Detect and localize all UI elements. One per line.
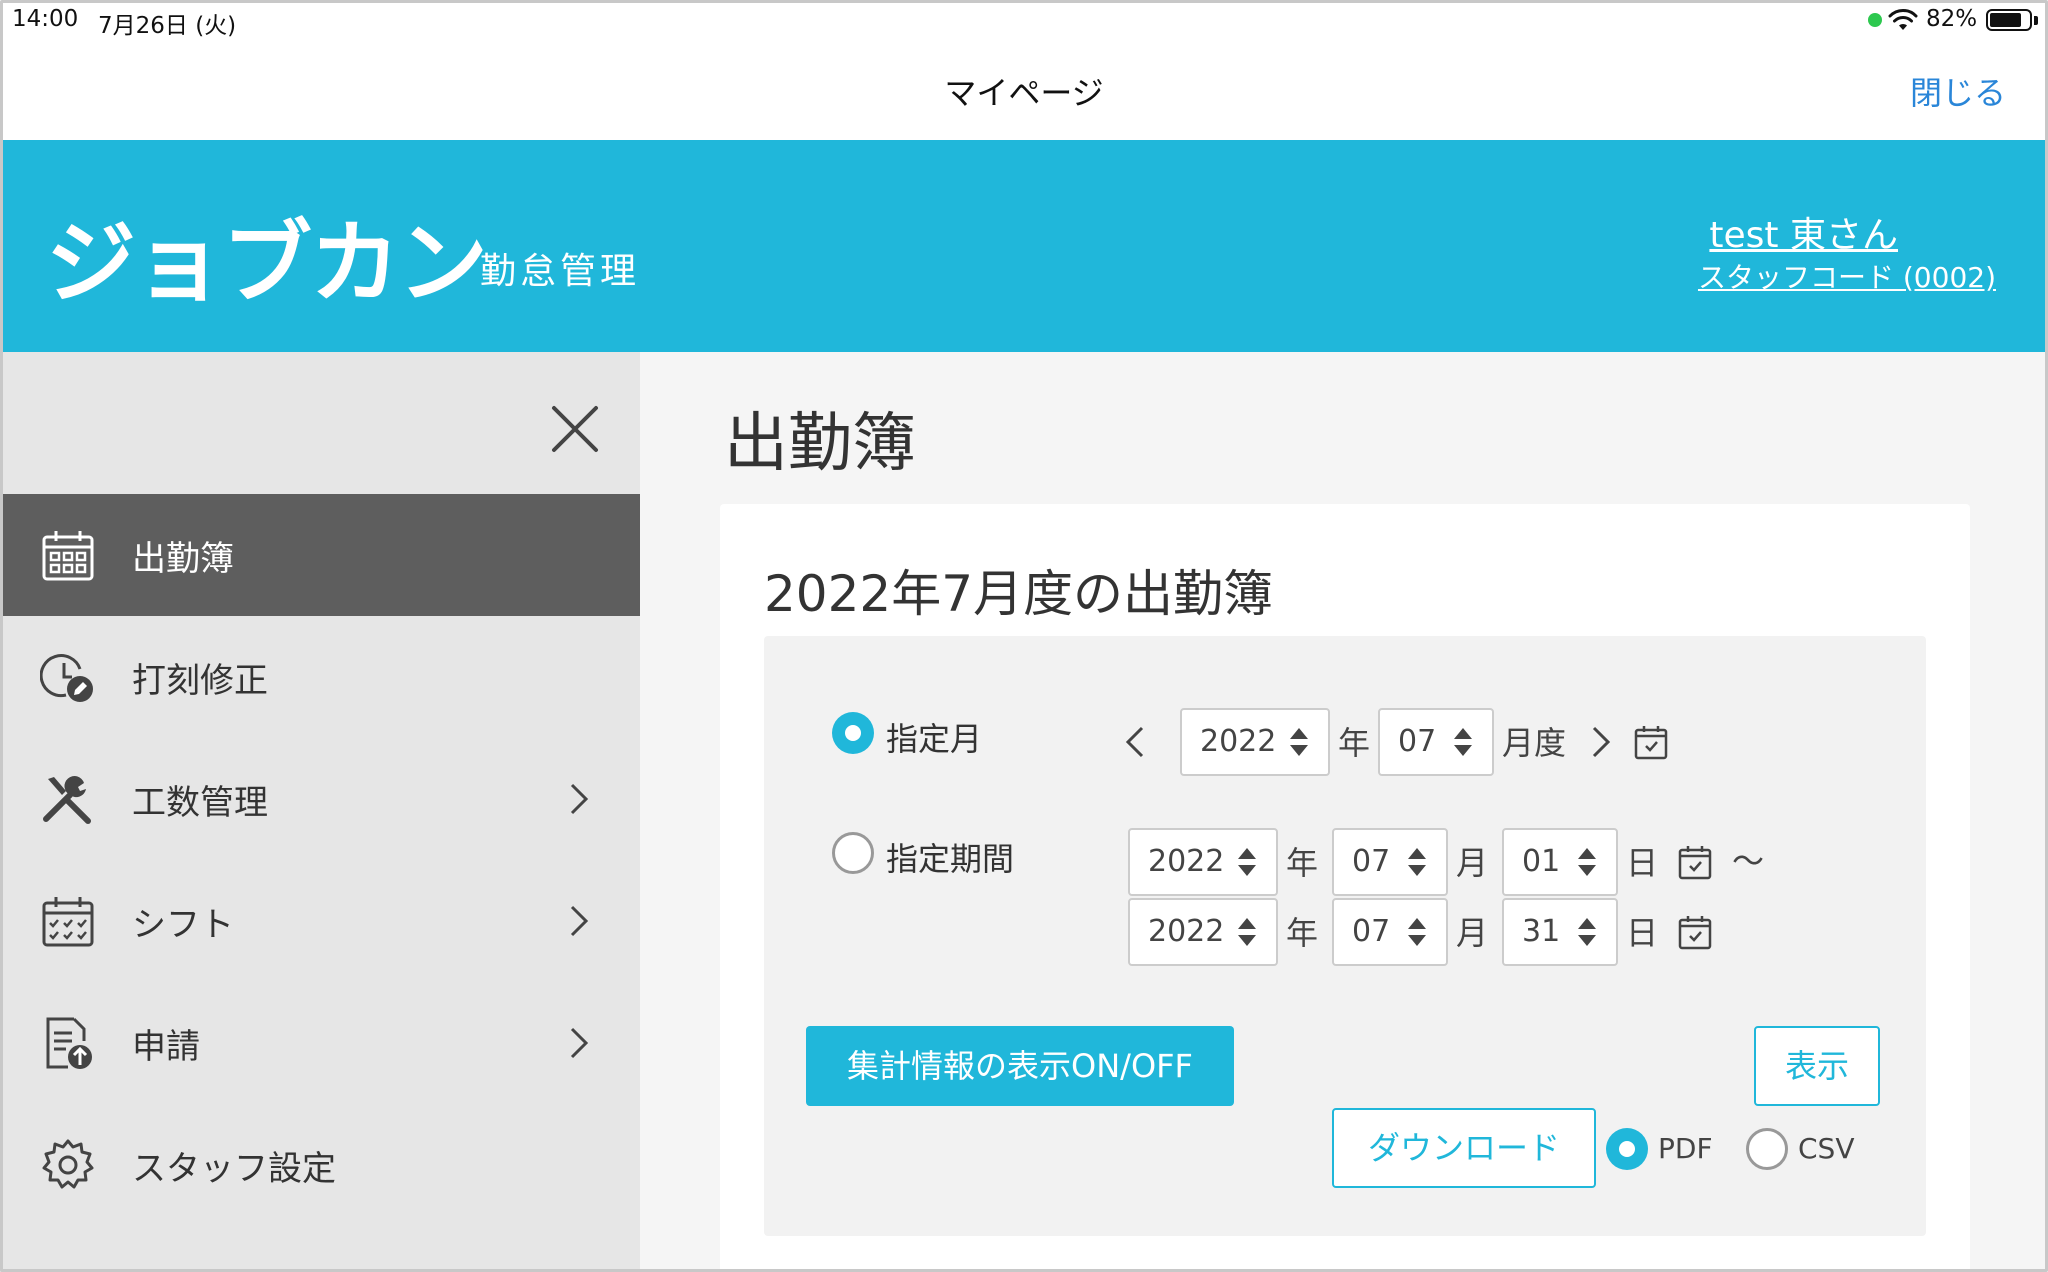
month-mode-radio[interactable] [832,712,874,754]
wifi-icon [1888,9,1918,30]
sidebar-item-label: 出勤簿 [132,538,234,579]
attendance-card: 2022年7月度の出勤簿 指定月 2022 年 07 月度 指定期間 2022 … [720,504,1970,1272]
updown-arrow-icon [1454,728,1472,756]
day-unit: 日 [1626,914,1659,952]
close-icon[interactable] [548,402,602,456]
card-title: 2022年7月度の出勤簿 [764,565,1274,623]
sidebar-item-man-hours[interactable]: 工数管理 [0,738,640,860]
period-mode-radio[interactable] [832,832,874,874]
select-value: 07 [1352,844,1391,879]
show-button[interactable]: 表示 [1754,1026,1880,1106]
sidebar-item-punch-correction[interactable]: 打刻修正 [0,616,640,738]
sidebar-item-label: 申請 [132,1026,200,1067]
year-unit: 年 [1338,724,1371,762]
user-name-link[interactable]: test 東さん [1709,206,1898,258]
year-unit: 年 [1286,844,1319,882]
sidebar-item-shift[interactable]: シフト [0,860,640,982]
staff-code-link[interactable]: スタッフコード (0002) [1698,256,1996,296]
app-logo: ジョブカン [46,211,488,316]
month-mode-label: 指定月 [886,720,983,758]
nav-title: マイページ [944,74,1104,112]
sidebar-item-label: 打刻修正 [132,660,268,701]
updown-arrow-icon [1408,918,1426,946]
gear-icon [42,1139,94,1189]
app-header: ジョブカン 勤怠管理 test 東さん スタッフコード (0002) [0,140,2048,352]
format-csv-label: CSV [1798,1132,1855,1165]
month-unit: 月 [1456,914,1489,952]
camera-indicator-icon [1868,13,1882,27]
calendar-icon[interactable] [1634,724,1668,760]
chevron-right-icon [570,1027,589,1059]
updown-arrow-icon [1238,918,1256,946]
sidebar-item-attendance[interactable]: 出勤簿 [0,494,640,616]
select-value: 07 [1398,724,1437,759]
updown-arrow-icon [1578,848,1596,876]
calendar-check-icon [42,897,94,947]
period-to-month-select[interactable]: 07 [1332,898,1448,966]
updown-arrow-icon [1408,848,1426,876]
period-from-year-select[interactable]: 2022 [1128,828,1278,896]
battery-cap [2034,16,2038,25]
clock-edit-icon [40,654,93,702]
close-link[interactable]: 閉じる [1910,68,2006,114]
status-date: 7月26日 (火) [98,13,237,39]
month-year-select[interactable]: 2022 [1180,708,1330,776]
updown-arrow-icon [1290,728,1308,756]
period-to-day-select[interactable]: 31 [1502,898,1618,966]
period-to-year-select[interactable]: 2022 [1128,898,1278,966]
day-unit: 日 [1626,844,1659,882]
sidebar-menu: 出勤簿 打刻修正 工数管理 シフト 申請 スタッフ設定 [0,494,640,1226]
tools-icon [43,776,91,824]
sidebar-item-label: シフト [132,904,234,945]
filter-panel: 指定月 2022 年 07 月度 指定期間 2022 年 07 月 01 日 〜… [764,636,1926,1236]
select-value: 31 [1522,914,1561,949]
sidebar-item-label: スタッフ設定 [132,1148,336,1189]
status-bar: 14:00 7月26日 (火) 82% [0,0,2048,40]
page-title: 出勤簿 [724,407,916,481]
sidebar-item-staff-settings[interactable]: スタッフ設定 [0,1104,640,1226]
toggle-summary-button[interactable]: 集計情報の表示ON/OFF [806,1026,1234,1106]
app-logo-subtitle: 勤怠管理 [480,251,641,292]
period-from-day-select[interactable]: 01 [1502,828,1618,896]
calendar-icon[interactable] [1678,914,1712,950]
prev-month-chevron-icon[interactable] [1124,724,1146,760]
select-value: 07 [1352,914,1391,949]
next-month-chevron-icon[interactable] [1590,724,1612,760]
sidebar: 出勤簿 打刻修正 工数管理 シフト 申請 スタッフ設定 [0,352,640,1272]
calendar-grid-icon [42,531,94,581]
select-value: 2022 [1200,724,1277,759]
format-pdf-label: PDF [1658,1132,1713,1165]
sidebar-item-application[interactable]: 申請 [0,982,640,1104]
updown-arrow-icon [1578,918,1596,946]
select-value: 2022 [1148,914,1225,949]
battery-icon [1986,9,2032,31]
period-mode-label: 指定期間 [886,840,1015,878]
chevron-right-icon [570,783,589,815]
month-unit: 月 [1456,844,1489,882]
battery-percent: 82% [1926,6,1978,32]
range-separator: 〜 [1732,842,1765,880]
format-pdf-radio[interactable] [1606,1128,1648,1170]
year-unit: 年 [1286,914,1319,952]
month-month-select[interactable]: 07 [1378,708,1494,776]
format-csv-radio[interactable] [1746,1128,1788,1170]
sidebar-item-label: 工数管理 [132,782,268,823]
download-button[interactable]: ダウンロード [1332,1108,1596,1188]
month-unit: 月度 [1502,724,1567,762]
select-value: 2022 [1148,844,1225,879]
calendar-icon[interactable] [1678,844,1712,880]
status-time: 14:00 [12,6,79,32]
document-upload-icon [46,1017,92,1069]
select-value: 01 [1522,844,1561,879]
main-content: 出勤簿 2022年7月度の出勤簿 指定月 2022 年 07 月度 指定期間 2… [640,352,2048,1272]
nav-bar: マイページ 閉じる [0,40,2048,140]
period-from-month-select[interactable]: 07 [1332,828,1448,896]
updown-arrow-icon [1238,848,1256,876]
chevron-right-icon [570,905,589,937]
